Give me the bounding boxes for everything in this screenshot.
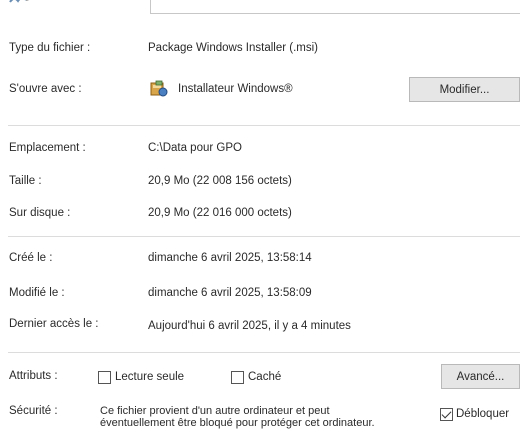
file-type-value: Package Windows Installer (.msi)	[148, 42, 318, 54]
readonly-checkbox[interactable]	[98, 371, 111, 384]
modified-label: Modifié le :	[9, 287, 65, 299]
accessed-label: Dernier accès le :	[9, 318, 99, 330]
file-type-label: Type du fichier :	[9, 42, 91, 54]
size-on-disk-value: 20,9 Mo (22 016 000 octets)	[148, 207, 292, 219]
location-value: C:\Data pour GPO	[148, 142, 242, 154]
modified-value: dimanche 6 avril 2025, 13:58:09	[148, 287, 312, 299]
created-value: dimanche 6 avril 2025, 13:58:14	[148, 252, 312, 264]
location-label: Emplacement :	[9, 142, 86, 154]
readonly-label[interactable]: Lecture seule	[115, 371, 184, 383]
unblock-checkbox[interactable]	[440, 408, 453, 421]
security-label: Sécurité :	[9, 405, 58, 417]
size-label: Taille :	[9, 175, 42, 187]
opens-with-label: S'ouvre avec :	[9, 83, 82, 95]
attributes-label: Attributs :	[9, 370, 58, 382]
security-message: Ce fichier provient d'un autre ordinateu…	[100, 405, 375, 429]
separator	[8, 352, 520, 353]
size-value: 20,9 Mo (22 008 156 octets)	[148, 175, 292, 187]
opens-with-value: Installateur Windows®	[178, 83, 293, 95]
separator	[8, 125, 520, 126]
separator	[8, 236, 520, 237]
file-name-field[interactable]	[150, 0, 520, 14]
security-message-line1: Ce fichier provient d'un autre ordinateu…	[100, 405, 330, 417]
advanced-button[interactable]: Avancé...	[441, 364, 520, 389]
size-on-disk-label: Sur disque :	[9, 207, 71, 219]
change-button[interactable]: Modifier...	[409, 77, 520, 102]
security-message-line2: éventuellement être bloqué pour protéger…	[100, 417, 375, 429]
hidden-checkbox[interactable]	[231, 371, 244, 384]
file-type-icon	[8, 0, 36, 6]
hidden-label[interactable]: Caché	[248, 371, 281, 383]
windows-installer-icon	[150, 80, 168, 98]
unblock-label[interactable]: Débloquer	[456, 408, 509, 420]
accessed-value: Aujourd'hui 6 avril 2025, il y a 4 minut…	[148, 320, 351, 332]
created-label: Créé le :	[9, 252, 53, 264]
